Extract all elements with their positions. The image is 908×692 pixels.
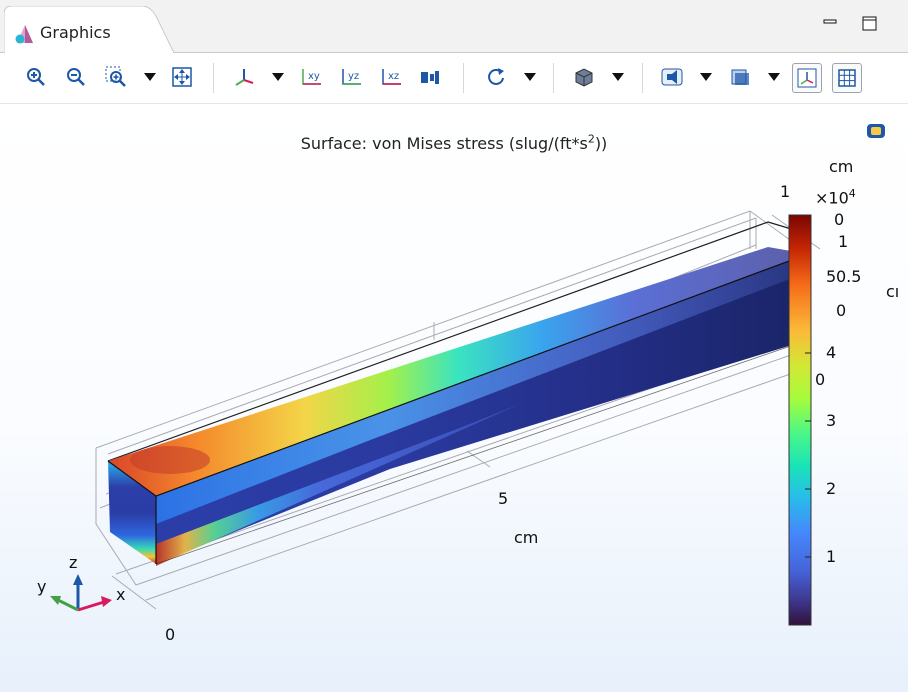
transparency-dropdown[interactable] [762,65,786,89]
axis-orientation-icon[interactable] [232,65,256,89]
axis-unit-top: cm [829,157,854,176]
yz-plane-icon[interactable]: yz [340,65,364,89]
zoom-dropdown[interactable] [138,65,162,89]
show-grid-icon[interactable] [832,63,862,93]
axis-tick-top-1: 1 [780,182,791,201]
zoom-box-icon[interactable] [104,65,128,89]
toolbar-separator [463,63,464,93]
axis-tick-x-0: 0 [165,625,176,644]
coordinate-triad [50,574,112,612]
colorbar-exponent: ×104 [815,187,856,207]
axis-tick-x-5: 5 [498,489,509,508]
tab-bar: Graphics [0,0,908,53]
transparency-icon[interactable] [728,65,752,89]
zoom-in-icon[interactable] [24,65,48,89]
show-axes-icon[interactable] [792,63,822,93]
beam-side-band [156,254,808,524]
graphics-toolbar: xy yz xz [0,53,908,104]
zoom-extents-icon[interactable] [170,65,194,89]
graphics-app-icon [15,25,33,44]
stress-plot-3d [50,210,821,626]
axis-tick-right-00: 0 [834,210,845,229]
axis-tick-right-0b: 0 [815,370,826,389]
axis-unit-x: cm [514,528,539,547]
axis-tick-right-5: 5 [826,267,837,286]
maximize-icon[interactable] [858,12,882,36]
tab-graphics[interactable]: Graphics [4,6,174,53]
beam-top-front-edge [155,253,809,497]
axis-tick-right-0: 0 [836,301,847,320]
svg-text:yz: yz [348,71,359,82]
xy-plane-icon[interactable]: xy [300,65,324,89]
triad-x-label: x [116,585,126,604]
zoom-out-icon[interactable] [64,65,88,89]
rotate-dropdown[interactable] [518,65,542,89]
colorbar [788,214,812,626]
go-to-view-icon[interactable] [418,65,442,89]
tab-title: Graphics [40,23,111,42]
triad-z-label: z [69,553,78,572]
axis-tick-right-05: 0.5 [836,267,862,286]
toolbar-separator [642,63,643,93]
toolbar-separator [553,63,554,93]
triad-y-label: y [37,577,47,596]
colorbar-exponent-power: 4 [848,187,856,200]
colorbar-tick-label: 4 [826,343,837,362]
lighting-icon[interactable] [660,65,684,89]
render-dropdown[interactable] [606,65,630,89]
colorbar-tick-label: 1 [826,547,837,566]
toolbar-separator [213,63,214,93]
colorbar-exponent-base: ×10 [815,188,849,208]
minimize-icon[interactable] [818,12,842,36]
axis-tick-right-1: 1 [838,232,849,251]
colorbar-tick-label: 2 [826,479,837,498]
xz-plane-icon[interactable]: xz [380,65,404,89]
lighting-dropdown[interactable] [694,65,718,89]
view-dropdown[interactable] [266,65,290,89]
beam-hotspot [130,446,210,474]
svg-text:xy: xy [308,71,320,82]
svg-text:xz: xz [388,71,399,82]
axis-unit-right: cı [886,282,900,301]
colorbar-tick-label: 3 [826,411,837,430]
graphics-viewport[interactable]: Surface: von Mises stress (slug/(ft*s2)) [0,104,908,692]
rotate-icon[interactable] [484,65,508,89]
render-mode-icon[interactable] [572,65,596,89]
